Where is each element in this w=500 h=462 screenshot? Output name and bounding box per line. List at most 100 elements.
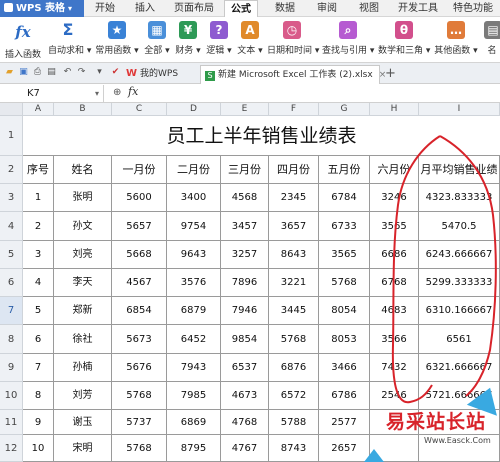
- cell-a12[interactable]: 10: [23, 435, 54, 462]
- header-cell-g[interactable]: 五月份: [319, 156, 370, 184]
- cell-b5[interactable]: 刘亮: [54, 241, 112, 269]
- cell-a5[interactable]: 3: [23, 241, 54, 269]
- cell-c8[interactable]: 5673: [112, 325, 167, 354]
- cell-a3[interactable]: 1: [23, 184, 54, 212]
- row-header-3[interactable]: 3: [0, 184, 23, 212]
- open-folder-icon[interactable]: ▰: [4, 67, 15, 78]
- cell-f9[interactable]: 6876: [269, 354, 319, 382]
- cell-d12[interactable]: 8795: [167, 435, 221, 462]
- cell-d3[interactable]: 3400: [167, 184, 221, 212]
- cell-a10[interactable]: 8: [23, 382, 54, 410]
- cell-d8[interactable]: 6452: [167, 325, 221, 354]
- cell-f7[interactable]: 3445: [269, 297, 319, 325]
- name-manager-button[interactable]: ▤ 名: [484, 19, 500, 61]
- header-cell-c[interactable]: 一月份: [112, 156, 167, 184]
- tab-page-layout[interactable]: 页面布局: [168, 0, 220, 17]
- cell-f11[interactable]: 5788: [269, 410, 319, 435]
- cell-c10[interactable]: 5768: [112, 382, 167, 410]
- column-header-d[interactable]: D: [167, 103, 221, 116]
- cell-h10[interactable]: 2546: [370, 382, 419, 410]
- cell-i7[interactable]: 6310.166667: [419, 297, 500, 325]
- fx-icon[interactable]: fx: [128, 85, 138, 98]
- cell-h9[interactable]: 7432: [370, 354, 419, 382]
- lookup-functions-button[interactable]: ⌕ 查找与引用 ▾: [322, 19, 374, 61]
- cell-g5[interactable]: 3565: [319, 241, 370, 269]
- undo-icon[interactable]: ↶: [62, 67, 73, 78]
- header-cell-d[interactable]: 二月份: [167, 156, 221, 184]
- cell-c7[interactable]: 6854: [112, 297, 167, 325]
- cell-b9[interactable]: 孙楠: [54, 354, 112, 382]
- row-header-11[interactable]: 11: [0, 410, 23, 435]
- tab-special[interactable]: 特色功能: [446, 0, 500, 17]
- row-header-5[interactable]: 5: [0, 241, 23, 269]
- cell-a6[interactable]: 4: [23, 269, 54, 297]
- column-header-f[interactable]: F: [269, 103, 319, 116]
- cell-g12[interactable]: 2657: [319, 435, 370, 462]
- cell-b7[interactable]: 郑新: [54, 297, 112, 325]
- cell-g11[interactable]: 2577: [319, 410, 370, 435]
- header-cell-h[interactable]: 六月份: [370, 156, 419, 184]
- tab-developer[interactable]: 开发工具: [392, 0, 444, 17]
- select-all-corner[interactable]: [0, 103, 23, 116]
- cell-i8[interactable]: 6561: [419, 325, 500, 354]
- cell-a11[interactable]: 9: [23, 410, 54, 435]
- cell-e7[interactable]: 7946: [221, 297, 269, 325]
- cell-h5[interactable]: 6686: [370, 241, 419, 269]
- cell-c11[interactable]: 5737: [112, 410, 167, 435]
- redo-icon[interactable]: ↷: [76, 67, 87, 78]
- cell-i4[interactable]: 5470.5: [419, 212, 500, 241]
- text-functions-button[interactable]: A 文本 ▾: [236, 19, 264, 61]
- cell-e8[interactable]: 9854: [221, 325, 269, 354]
- cell-g8[interactable]: 8053: [319, 325, 370, 354]
- pin-icon[interactable]: ✔: [110, 67, 121, 78]
- cell-c9[interactable]: 5676: [112, 354, 167, 382]
- row-header-7[interactable]: 7: [0, 297, 23, 325]
- cell-h3[interactable]: 3246: [370, 184, 419, 212]
- formula-input[interactable]: [148, 85, 498, 102]
- header-cell-e[interactable]: 三月份: [221, 156, 269, 184]
- column-header-c[interactable]: C: [112, 103, 167, 116]
- cell-b11[interactable]: 谢玉: [54, 410, 112, 435]
- cell-g4[interactable]: 6733: [319, 212, 370, 241]
- cell-f6[interactable]: 3221: [269, 269, 319, 297]
- column-header-b[interactable]: B: [54, 103, 112, 116]
- tab-home[interactable]: 开始: [88, 0, 122, 17]
- header-cell-b[interactable]: 姓名: [54, 156, 112, 184]
- cell-f12[interactable]: 8743: [269, 435, 319, 462]
- column-header-h[interactable]: H: [370, 103, 419, 116]
- cell-f3[interactable]: 2345: [269, 184, 319, 212]
- autosum-button[interactable]: Σ 自动求和 ▾: [48, 19, 91, 61]
- cell-b8[interactable]: 徐社: [54, 325, 112, 354]
- tab-data[interactable]: 数据: [268, 0, 302, 17]
- row-header-6[interactable]: 6: [0, 269, 23, 297]
- cell-c5[interactable]: 5668: [112, 241, 167, 269]
- cell-g6[interactable]: 5768: [319, 269, 370, 297]
- row-header-10[interactable]: 10: [0, 382, 23, 410]
- cell-g7[interactable]: 8054: [319, 297, 370, 325]
- cell-i6[interactable]: 5299.333333: [419, 269, 500, 297]
- cell-e5[interactable]: 3257: [221, 241, 269, 269]
- row-header-1[interactable]: 1: [0, 116, 23, 156]
- cell-f5[interactable]: 8643: [269, 241, 319, 269]
- date-time-functions-button[interactable]: ◷ 日期和时间 ▾: [267, 19, 319, 61]
- cell-c4[interactable]: 5657: [112, 212, 167, 241]
- app-menu-button[interactable]: WPS 表格 ▾: [0, 0, 84, 17]
- cell-f8[interactable]: 5768: [269, 325, 319, 354]
- cell-d5[interactable]: 9643: [167, 241, 221, 269]
- header-cell-a[interactable]: 序号: [23, 156, 54, 184]
- other-functions-button[interactable]: … 其他函数 ▾: [433, 19, 479, 61]
- row-header-4[interactable]: 4: [0, 212, 23, 241]
- zoom-icon[interactable]: ⊕: [113, 87, 121, 98]
- cell-b3[interactable]: 张明: [54, 184, 112, 212]
- cell-e12[interactable]: 4767: [221, 435, 269, 462]
- cell-d7[interactable]: 6879: [167, 297, 221, 325]
- insert-function-button[interactable]: fx 插入函数: [3, 19, 43, 61]
- row-header-2[interactable]: 2: [0, 156, 23, 184]
- cell-g3[interactable]: 6784: [319, 184, 370, 212]
- doc-tab-my-wps[interactable]: W 我的WPS: [122, 65, 200, 84]
- common-functions-button[interactable]: ★ 常用函数 ▾: [94, 19, 140, 61]
- cell-h6[interactable]: 6768: [370, 269, 419, 297]
- name-box[interactable]: K7 ▾: [0, 85, 104, 102]
- cell-e11[interactable]: 4768: [221, 410, 269, 435]
- sheet-title-cell[interactable]: 员工上半年销售业绩表: [23, 116, 500, 156]
